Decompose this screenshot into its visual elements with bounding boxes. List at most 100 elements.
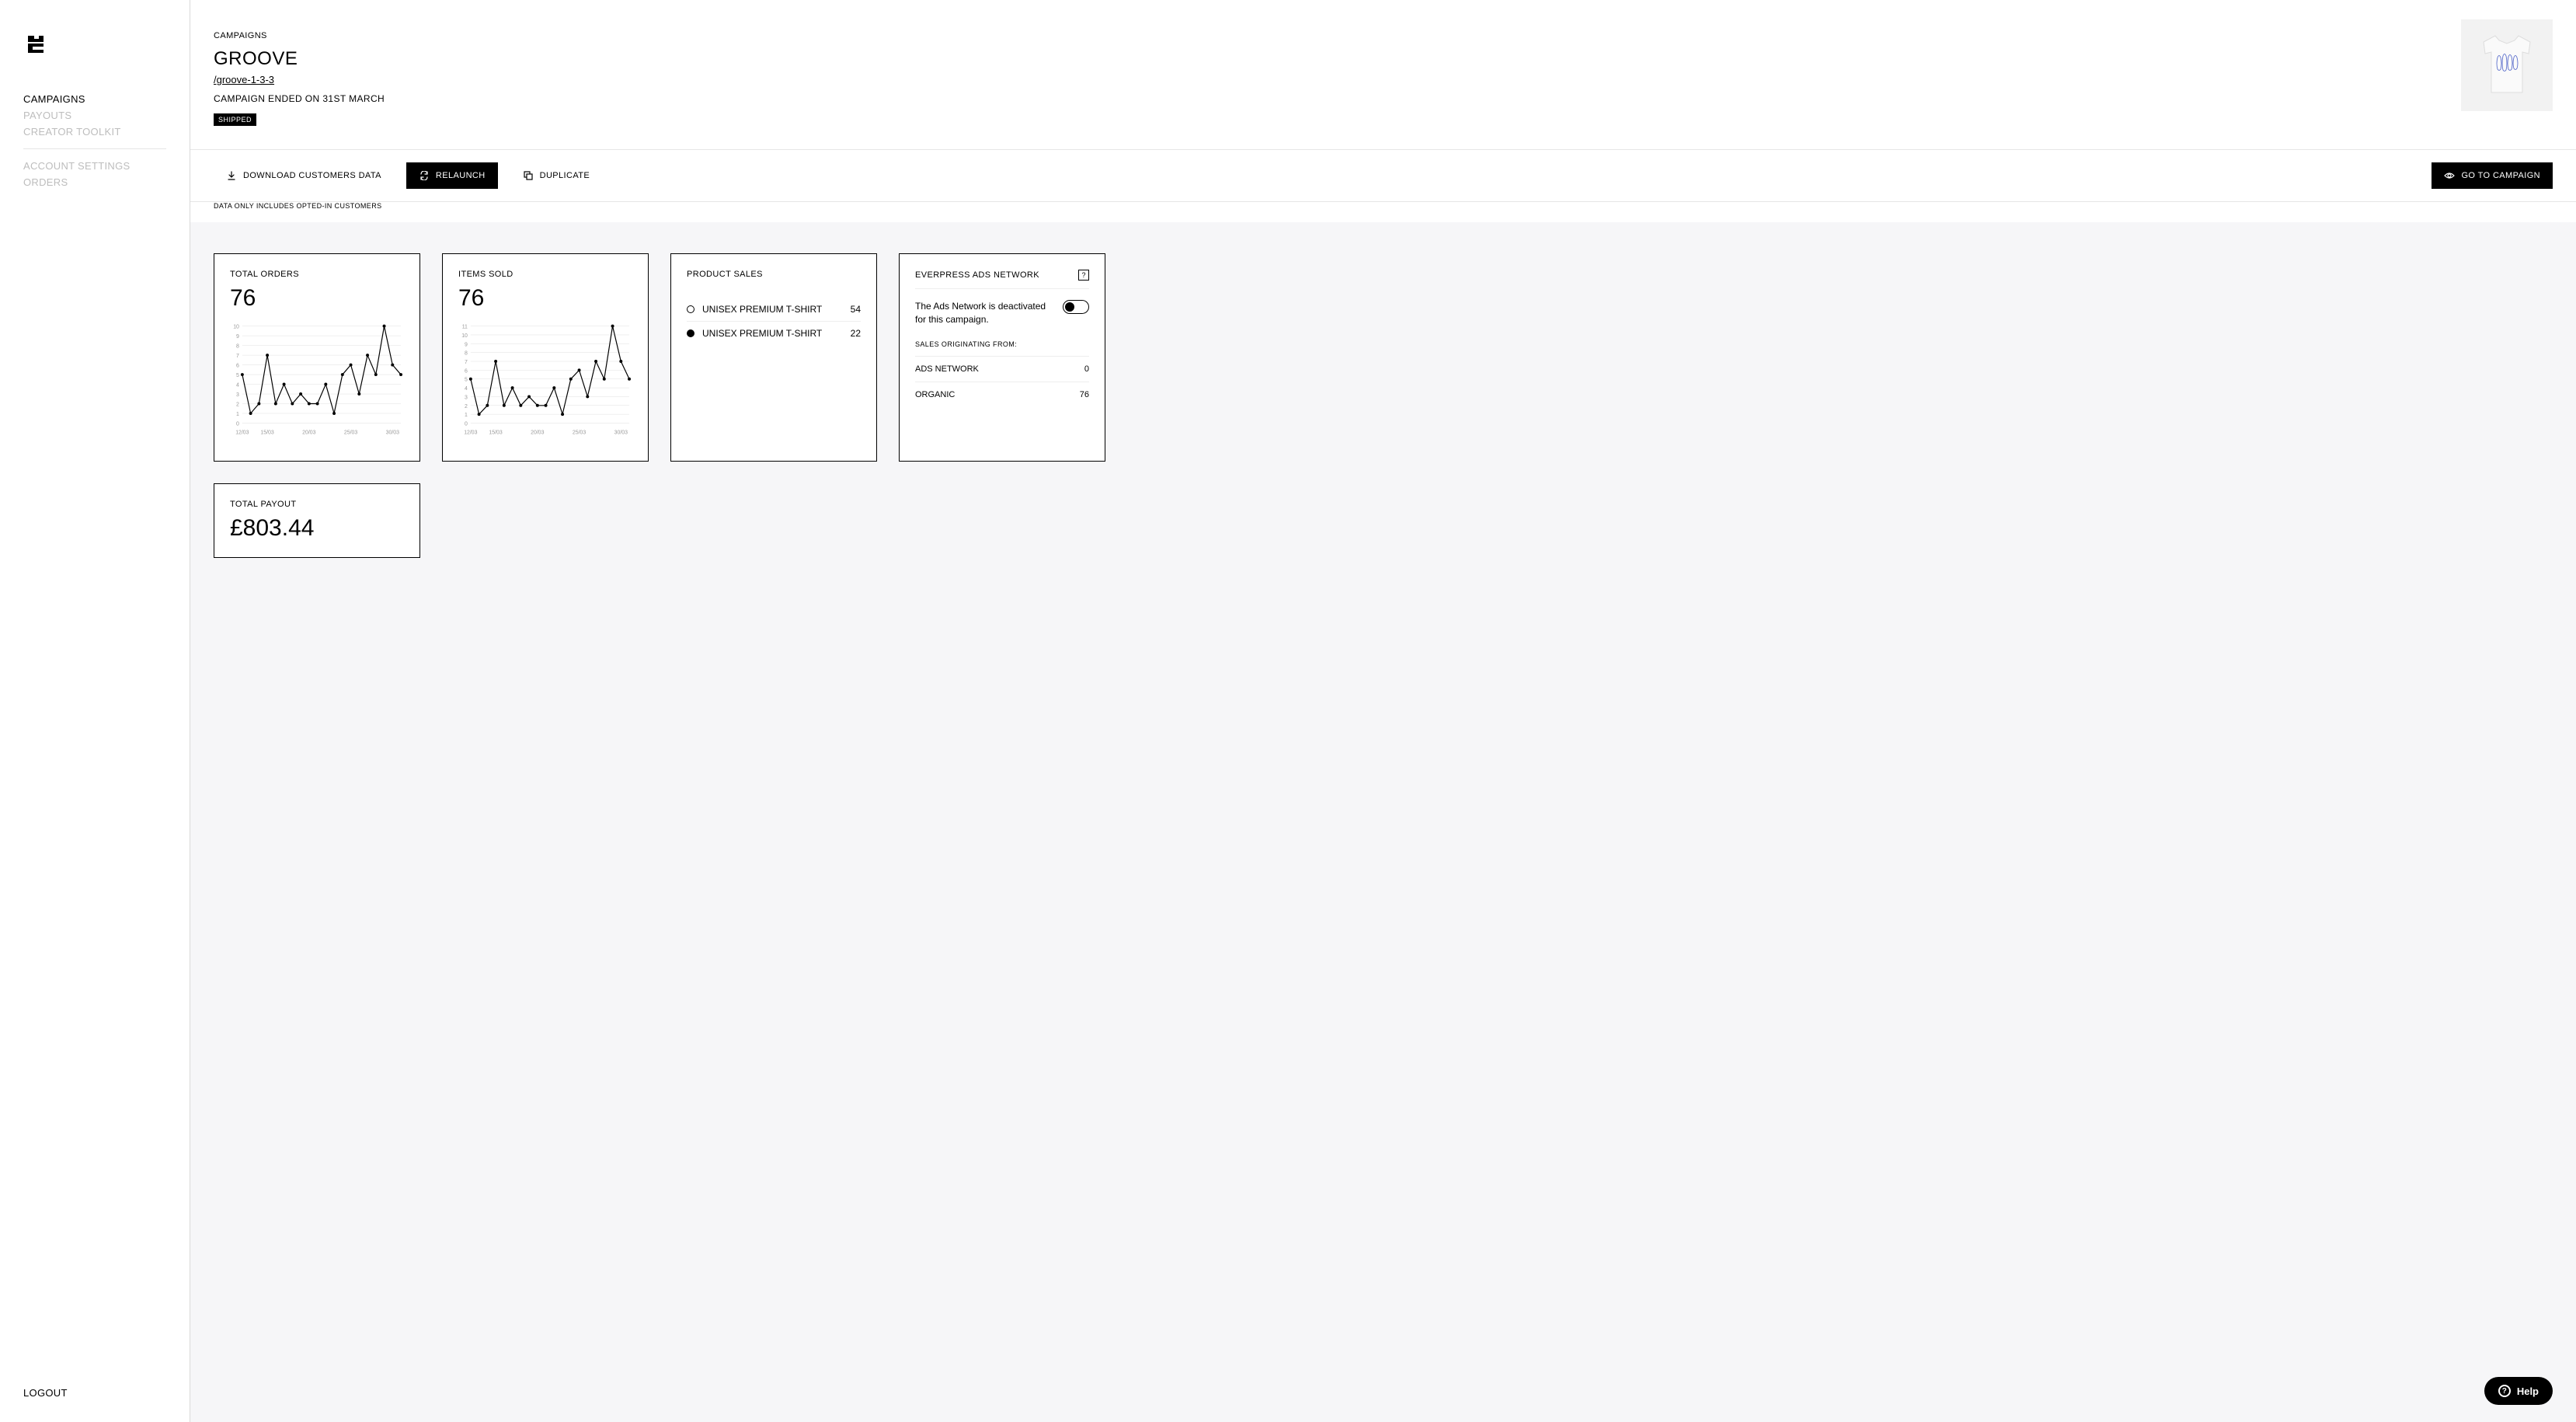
logo (23, 31, 48, 56)
svg-text:4: 4 (236, 383, 239, 389)
card-value: 76 (458, 285, 632, 312)
product-sales-row: UNISEX PREMIUM T-SHIRT 54 (687, 298, 861, 322)
svg-text:6: 6 (465, 368, 468, 374)
origin-label: ADS NETWORK (915, 364, 979, 374)
svg-text:4: 4 (465, 386, 468, 392)
card-label: EVERPRESS ADS NETWORK (915, 270, 1039, 280)
origin-row: ADS NETWORK 0 (915, 356, 1089, 382)
card-total-orders: TOTAL ORDERS 76 0 1 2 3 4 5 6 7 8 9 10 12/03 15/03 20… (214, 253, 420, 462)
duplicate-icon (523, 170, 534, 181)
go-to-campaign-button[interactable]: GO TO CAMPAIGN (2432, 162, 2553, 189)
sales-origin-label: SALES ORIGINATING FROM: (915, 340, 1089, 348)
sidebar-item-campaigns[interactable]: CAMPAIGNS (23, 92, 166, 106)
duplicate-button[interactable]: DUPLICATE (510, 162, 603, 189)
svg-text:2: 2 (236, 402, 239, 407)
help-widget-label: Help (2517, 1385, 2539, 1397)
svg-text:11: 11 (462, 325, 468, 330)
origin-rows: ADS NETWORK 0 ORGANIC 76 (915, 356, 1089, 407)
nav-divider (23, 148, 166, 149)
cards-row-2: TOTAL PAYOUT £803.44 (214, 483, 2553, 558)
eye-icon (2444, 170, 2455, 181)
data-note: DATA ONLY INCLUDES OPTED-IN CUSTOMERS (190, 202, 2576, 222)
card-value: £803.44 (230, 515, 404, 542)
total-orders-chart: 01234567891012/0315/0320/0325/0330/03 (230, 321, 404, 437)
card-label: TOTAL PAYOUT (230, 500, 404, 509)
sidebar-item-payouts[interactable]: PAYOUTS (23, 108, 166, 123)
svg-text:30/03: 30/03 (386, 430, 399, 435)
download-icon (226, 170, 237, 181)
main: CAMPAIGNS GROOVE /groove-1-3-3 CAMPAIGN … (190, 0, 2576, 1422)
svg-text:7: 7 (236, 354, 239, 359)
svg-text:3: 3 (236, 392, 239, 398)
origin-row: ORGANIC 76 (915, 382, 1089, 407)
download-customers-button[interactable]: DOWNLOAD CUSTOMERS DATA (214, 162, 394, 189)
product-sales-row: UNISEX PREMIUM T-SHIRT 22 (687, 322, 861, 345)
campaign-ended-text: CAMPAIGN ENDED ON 31ST MARCH (214, 93, 2553, 104)
sidebar: CAMPAIGNS PAYOUTS CREATOR TOOLKIT ACCOUN… (0, 0, 190, 1422)
action-bar: DOWNLOAD CUSTOMERS DATA RELAUNCH DUPLICA… (190, 150, 2576, 202)
go-to-campaign-label: GO TO CAMPAIGN (2461, 171, 2540, 180)
page-header: CAMPAIGNS GROOVE /groove-1-3-3 CAMPAIGN … (190, 0, 2576, 150)
product-thumbnail[interactable] (2461, 19, 2553, 111)
product-sales-list: UNISEX PREMIUM T-SHIRT54UNISEX PREMIUM T… (687, 298, 861, 345)
card-label: ITEMS SOLD (458, 270, 632, 279)
svg-text:1: 1 (236, 412, 239, 417)
product-qty: 54 (851, 304, 861, 315)
product-qty: 22 (851, 328, 861, 339)
svg-text:15/03: 15/03 (489, 430, 502, 435)
svg-text:20/03: 20/03 (302, 430, 315, 435)
logout-link[interactable]: LOGOUT (23, 1387, 166, 1399)
svg-text:12/03: 12/03 (464, 430, 477, 435)
svg-text:9: 9 (236, 334, 239, 340)
svg-text:5: 5 (465, 378, 468, 383)
relaunch-button[interactable]: RELAUNCH (406, 162, 498, 189)
breadcrumb[interactable]: CAMPAIGNS (214, 31, 2553, 40)
nav-group-primary: CAMPAIGNS PAYOUTS CREATOR TOOLKIT (23, 92, 166, 139)
page-title: GROOVE (214, 48, 2553, 70)
svg-text:0: 0 (236, 421, 239, 427)
sidebar-item-orders[interactable]: ORDERS (23, 175, 166, 190)
product-name: UNISEX PREMIUM T-SHIRT (702, 328, 822, 339)
svg-text:10: 10 (233, 325, 239, 330)
items-sold-chart: 0123456789101112/0315/0320/0325/0330/03 (458, 321, 632, 437)
origin-value: 0 (1084, 364, 1089, 374)
relaunch-label: RELAUNCH (436, 171, 486, 180)
product-name: UNISEX PREMIUM T-SHIRT (702, 304, 822, 315)
download-customers-label: DOWNLOAD CUSTOMERS DATA (243, 171, 381, 180)
svg-text:8: 8 (236, 344, 239, 350)
svg-text:10: 10 (461, 333, 468, 339)
svg-text:25/03: 25/03 (573, 430, 586, 435)
variant-dot-icon (687, 305, 694, 313)
svg-text:6: 6 (236, 364, 239, 369)
card-value: 76 (230, 285, 404, 312)
svg-text:9: 9 (465, 342, 468, 347)
campaign-slug-link[interactable]: /groove-1-3-3 (214, 74, 274, 85)
status-badge: SHIPPED (214, 113, 256, 126)
card-label: TOTAL ORDERS (230, 270, 404, 279)
variant-dot-icon (687, 329, 694, 337)
svg-text:1: 1 (465, 413, 468, 418)
nav-group-secondary: ACCOUNT SETTINGS ORDERS (23, 159, 166, 190)
duplicate-label: DUPLICATE (540, 171, 590, 180)
svg-text:7: 7 (465, 360, 468, 365)
card-items-sold: ITEMS SOLD 76 0123456789101112/0315/0320… (442, 253, 649, 462)
sidebar-item-account-settings[interactable]: ACCOUNT SETTINGS (23, 159, 166, 173)
origin-label: ORGANIC (915, 390, 955, 399)
question-circle-icon: ? (2498, 1385, 2511, 1397)
svg-text:12/03: 12/03 (235, 430, 249, 435)
svg-text:15/03: 15/03 (260, 430, 273, 435)
card-total-payout: TOTAL PAYOUT £803.44 (214, 483, 420, 558)
svg-text:0: 0 (465, 421, 468, 427)
refresh-icon (419, 170, 430, 181)
ads-network-text: The Ads Network is deactivated for this … (915, 300, 1053, 326)
help-widget[interactable]: ? Help (2484, 1377, 2553, 1405)
origin-value: 76 (1080, 390, 1089, 399)
svg-text:20/03: 20/03 (531, 430, 544, 435)
svg-text:2: 2 (465, 404, 468, 410)
svg-text:5: 5 (236, 373, 239, 378)
card-product-sales: PRODUCT SALES UNISEX PREMIUM T-SHIRT54UN… (670, 253, 877, 462)
ads-network-toggle[interactable] (1063, 300, 1089, 314)
sidebar-item-creator-toolkit[interactable]: CREATOR TOOLKIT (23, 124, 166, 139)
svg-text:3: 3 (465, 395, 468, 400)
help-icon[interactable]: ? (1078, 270, 1089, 281)
